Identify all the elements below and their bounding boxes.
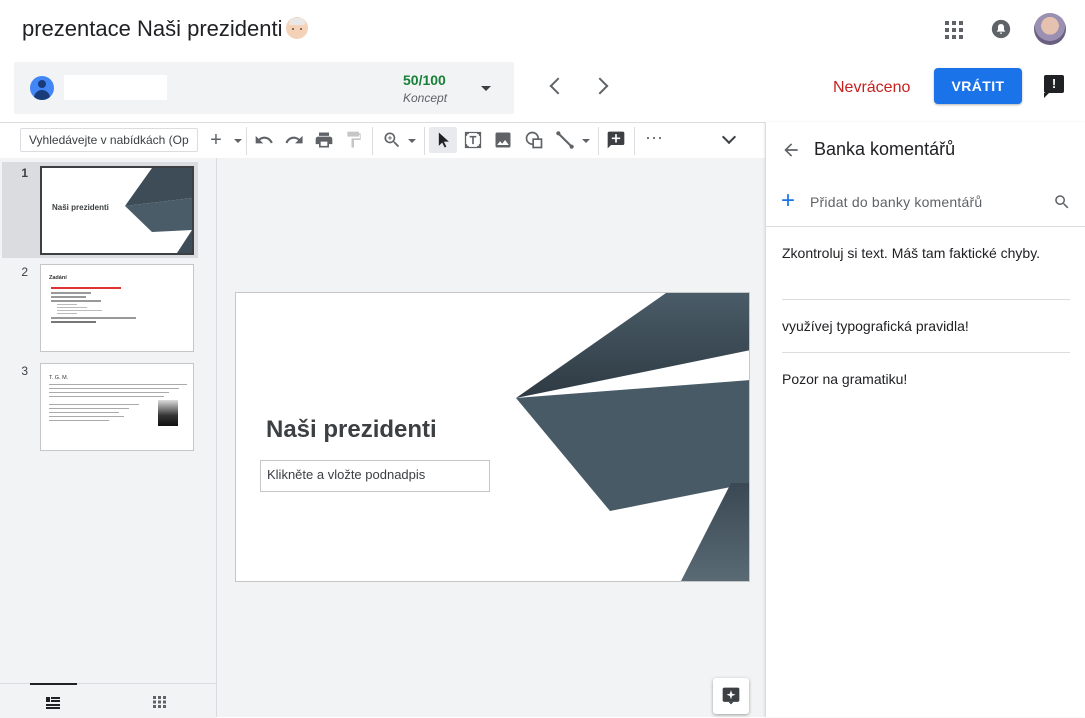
slide-thumbnail-3[interactable]: T. G. M. xyxy=(40,363,194,451)
next-student-icon[interactable] xyxy=(591,77,609,95)
return-button[interactable]: VRÁTIT xyxy=(934,68,1022,104)
search-icon[interactable] xyxy=(1053,193,1071,211)
slide-number: 1 xyxy=(21,166,28,180)
add-comment-icon[interactable] xyxy=(606,129,626,151)
apps-grid-icon[interactable] xyxy=(945,21,963,39)
add-icon[interactable]: + xyxy=(781,189,795,213)
slide-number: 2 xyxy=(21,265,28,279)
zoom-icon[interactable] xyxy=(382,129,402,151)
back-arrow-icon[interactable] xyxy=(781,140,801,160)
line-icon[interactable] xyxy=(555,129,575,151)
slide-number: 3 xyxy=(21,364,28,378)
shape-icon[interactable] xyxy=(524,129,544,151)
document-title[interactable]: prezentace Naši prezidenti xyxy=(22,16,309,42)
feedback-icon[interactable]: ! xyxy=(1044,75,1064,98)
thumbnail-title: Naši prezidenti xyxy=(52,203,109,212)
new-slide-caret-icon[interactable] xyxy=(234,139,242,143)
grade-status: Koncept xyxy=(403,91,448,105)
user-avatar[interactable] xyxy=(1034,13,1066,45)
paint-format-icon[interactable] xyxy=(344,129,364,151)
comment-bank-item[interactable]: Zkontroluj si text. Máš tam faktické chy… xyxy=(782,243,1070,263)
notifications-icon[interactable] xyxy=(990,18,1012,40)
list-view-tab[interactable] xyxy=(30,683,77,717)
grid-view-icon xyxy=(153,696,166,708)
more-options-icon[interactable]: ··· xyxy=(644,128,664,151)
image-icon[interactable] xyxy=(493,129,513,151)
print-icon[interactable] xyxy=(314,129,334,151)
slide-thumbnail-1[interactable]: Naši prezidenti xyxy=(40,166,194,255)
student-name-field[interactable] xyxy=(64,75,167,100)
return-status: Nevráceno xyxy=(833,79,911,96)
explore-icon xyxy=(722,687,740,705)
new-slide-icon[interactable]: + xyxy=(207,129,225,151)
comment-bank-item[interactable]: využívej typografická pravidla! xyxy=(782,316,1070,336)
chevron-down-icon[interactable] xyxy=(481,86,491,91)
comment-bank-panel xyxy=(765,122,1085,717)
previous-student-icon[interactable] xyxy=(549,77,567,95)
slide-thumbnail-2[interactable]: Zadání xyxy=(40,264,194,352)
comment-bank-item[interactable]: Pozor na gramatiku! xyxy=(782,369,1070,389)
explore-button[interactable] xyxy=(713,678,749,714)
student-avatar-icon xyxy=(30,76,54,100)
portrait-image xyxy=(158,400,178,426)
thumbnail-title: T. G. M. xyxy=(49,375,69,381)
select-icon[interactable] xyxy=(433,129,453,151)
grade-score[interactable]: 50/100 xyxy=(403,72,446,88)
comment-bank-title: Banka komentářů xyxy=(814,139,956,159)
thumbnail-title: Zadání xyxy=(49,275,67,281)
add-to-comment-bank[interactable]: Přidat do banky komentářů xyxy=(810,194,982,210)
slide-title[interactable]: Naši prezidenti xyxy=(266,416,437,444)
grid-view-tab[interactable] xyxy=(140,686,180,716)
subtitle-placeholder[interactable]: Klikněte a vložte podnadpis xyxy=(260,460,490,492)
redo-icon[interactable] xyxy=(284,129,304,151)
emoji-face-icon xyxy=(286,17,309,39)
text-box-icon[interactable] xyxy=(463,129,483,151)
menu-search-input[interactable] xyxy=(20,128,198,152)
undo-icon[interactable] xyxy=(254,129,274,151)
line-caret-icon[interactable] xyxy=(582,139,590,143)
zoom-caret-icon[interactable] xyxy=(408,139,416,143)
list-view-icon xyxy=(46,697,60,709)
